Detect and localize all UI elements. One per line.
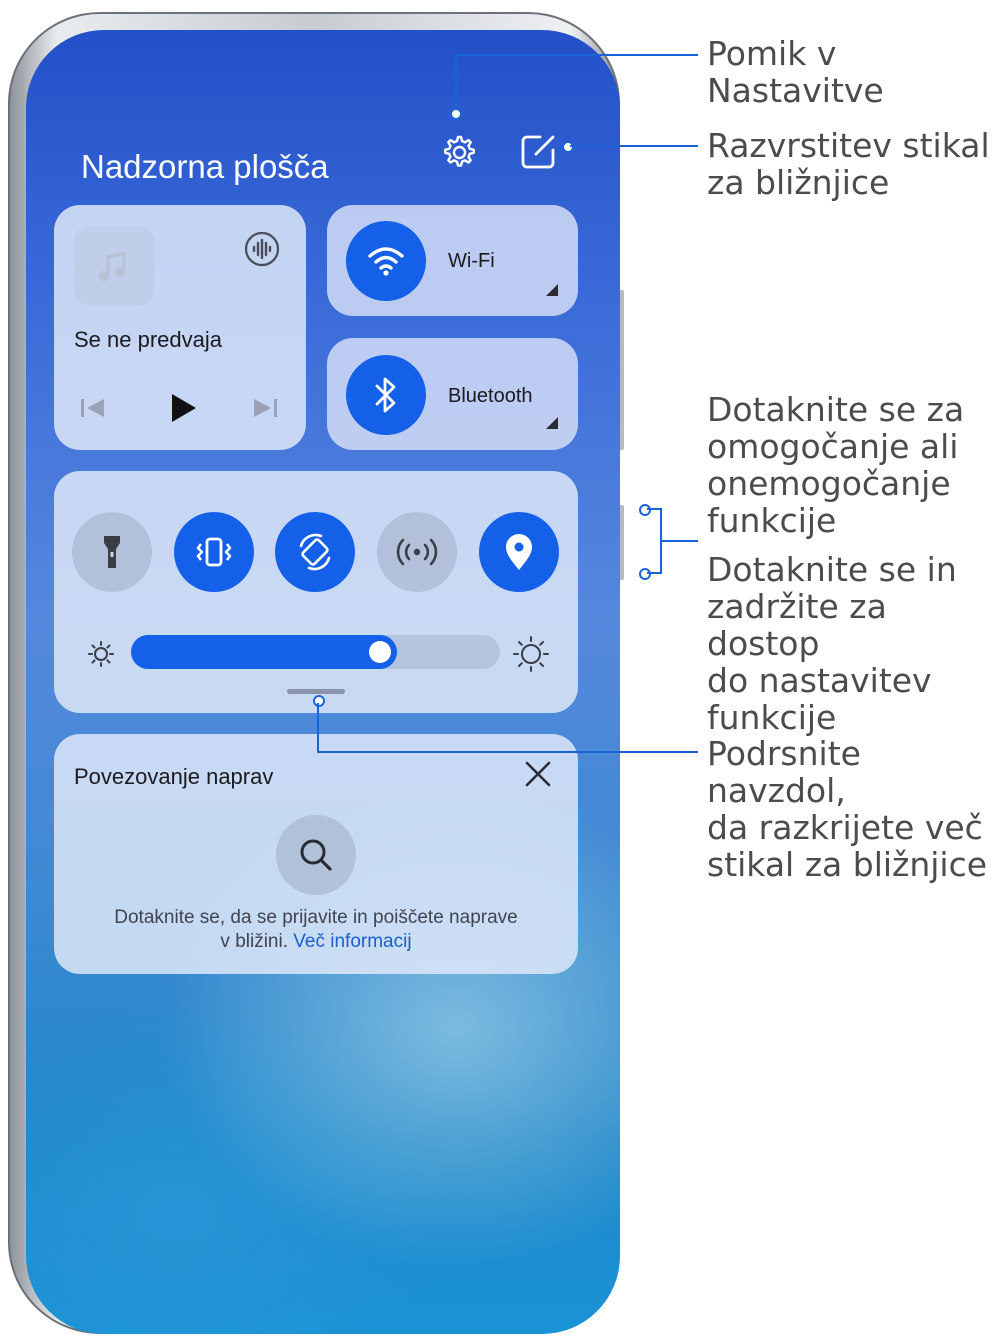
more-info-link[interactable]: Več informacij bbox=[293, 931, 411, 952]
callout-swipe-line-v bbox=[317, 703, 319, 752]
callout-bracket-dot-bottom bbox=[639, 568, 651, 580]
description-text: v bližini. bbox=[220, 931, 288, 952]
previous-track-icon[interactable] bbox=[78, 395, 108, 421]
album-art bbox=[74, 227, 154, 305]
callout-swipe-line-2: da razkrijete več bbox=[707, 808, 983, 847]
brightness-slider[interactable] bbox=[131, 635, 500, 669]
vibrate-icon bbox=[196, 537, 232, 567]
device-search-button[interactable] bbox=[276, 815, 356, 895]
flashlight-icon bbox=[104, 536, 120, 568]
wifi-label: Wi-Fi bbox=[448, 250, 495, 272]
bluetooth-tile[interactable]: Bluetooth bbox=[327, 338, 578, 450]
phone-screen: Nadzorna plošča Se ne predvaja Wi-Fi Blu… bbox=[26, 30, 620, 1334]
callout-sort-line bbox=[570, 145, 698, 147]
callout-tap-line-4: funkcije bbox=[707, 501, 837, 540]
brightness-slider-thumb[interactable] bbox=[369, 641, 391, 663]
wifi-expand-icon[interactable] bbox=[546, 283, 558, 296]
callout-swipe-line-1: Podrsnite navzdol, bbox=[707, 734, 861, 810]
auto-rotate-icon bbox=[299, 533, 331, 571]
wifi-toggle[interactable] bbox=[346, 221, 426, 301]
description-line-1: Dotaknite se, da se prijavite in poiščet… bbox=[114, 907, 518, 928]
search-icon bbox=[300, 839, 332, 871]
callout-tap-line-1: Dotaknite se za bbox=[707, 390, 965, 429]
callout-bracket-top bbox=[647, 508, 661, 510]
music-note-icon bbox=[99, 251, 126, 281]
callout-bracket-bottom bbox=[647, 572, 661, 574]
device-connect-title: Povezovanje naprav bbox=[74, 764, 274, 789]
callout-swipe-dot bbox=[313, 695, 325, 707]
location-icon bbox=[506, 534, 532, 570]
edit-switches-icon[interactable] bbox=[518, 132, 558, 172]
panel-title: Nadzorna plošča bbox=[81, 148, 329, 185]
brightness-low-icon bbox=[86, 639, 116, 669]
device-connect-card[interactable]: Povezovanje naprav Dotaknite se, da se p… bbox=[54, 734, 578, 974]
vibrate-toggle[interactable] bbox=[174, 512, 254, 592]
callout-settings-line-v bbox=[455, 54, 457, 110]
callout-bracket-dot-top bbox=[639, 504, 651, 516]
callout-tap: Dotaknite se za omogočanje ali onemogoča… bbox=[707, 391, 964, 539]
callout-tap-line-3: onemogočanje bbox=[707, 464, 951, 503]
callout-hold-line-3: do nastavitev bbox=[707, 661, 932, 700]
brightness-slider-fill bbox=[131, 635, 397, 669]
callout-swipe-line-3: stikal za bližnjice bbox=[707, 845, 988, 884]
media-card[interactable]: Se ne predvaja bbox=[54, 205, 306, 450]
shortcut-switches-card bbox=[54, 471, 578, 713]
callout-bracket-stem bbox=[660, 540, 698, 542]
hotspot-toggle[interactable] bbox=[377, 512, 457, 592]
bluetooth-icon bbox=[375, 377, 396, 413]
description-line-2: v bližini. Več informacij bbox=[54, 930, 578, 954]
audio-output-icon[interactable] bbox=[244, 231, 280, 267]
settings-gear-icon[interactable] bbox=[438, 132, 478, 172]
bluetooth-expand-icon[interactable] bbox=[546, 416, 558, 429]
auto-rotate-toggle[interactable] bbox=[275, 512, 355, 592]
callout-hold-line-1: Dotaknite se in bbox=[707, 550, 957, 589]
media-status: Se ne predvaja bbox=[74, 327, 222, 352]
bluetooth-label: Bluetooth bbox=[448, 385, 533, 407]
callout-hold-line-2: zadržite za dostop bbox=[707, 587, 887, 663]
callout-sort-line-2: za bližnjice bbox=[707, 163, 890, 202]
callout-sort-dot bbox=[562, 141, 574, 153]
hotspot-icon bbox=[396, 538, 438, 566]
location-toggle[interactable] bbox=[479, 512, 559, 592]
callout-settings-dot bbox=[450, 108, 462, 120]
callout-swipe-line-h bbox=[317, 751, 698, 753]
play-icon[interactable] bbox=[166, 391, 200, 425]
expand-handle[interactable] bbox=[287, 689, 345, 694]
callout-tap-line-2: omogočanje ali bbox=[707, 427, 959, 466]
brightness-high-icon bbox=[512, 635, 550, 673]
next-track-icon[interactable] bbox=[250, 395, 280, 421]
callout-swipe: Podrsnite navzdol, da razkrijete več sti… bbox=[707, 735, 1000, 883]
close-icon[interactable] bbox=[524, 760, 552, 788]
bluetooth-toggle[interactable] bbox=[346, 355, 426, 435]
callout-sort: Razvrstitev stikal za bližnjice bbox=[707, 127, 990, 201]
callout-settings: Pomik v Nastavitve bbox=[707, 34, 884, 110]
callout-hold: Dotaknite se in zadržite za dostop do na… bbox=[707, 551, 1000, 736]
wifi-icon bbox=[368, 247, 404, 276]
callout-sort-line-1: Razvrstitev stikal bbox=[707, 126, 990, 165]
flashlight-toggle[interactable] bbox=[72, 512, 152, 592]
callout-hold-line-4: funkcije bbox=[707, 698, 837, 737]
wifi-tile[interactable]: Wi-Fi bbox=[327, 205, 578, 316]
device-connect-description: Dotaknite se, da se prijavite in poiščet… bbox=[54, 906, 578, 954]
callout-settings-line-h bbox=[455, 54, 698, 56]
